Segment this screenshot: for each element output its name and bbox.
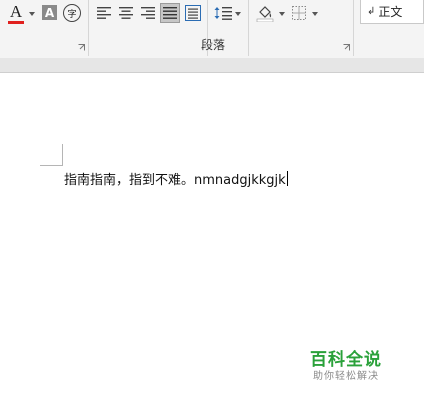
line-spacing-dropdown-icon[interactable] — [235, 12, 241, 16]
paragraph-group-label: 段落 — [201, 38, 226, 52]
distributed-button[interactable] — [183, 3, 202, 23]
font-color-dropdown-icon[interactable] — [29, 12, 35, 16]
character-shading-button[interactable]: A — [42, 5, 57, 20]
margin-corner-mark — [40, 144, 63, 166]
enclose-characters-button[interactable]: 字 — [63, 4, 81, 22]
enclose-characters-letter: 字 — [67, 9, 77, 20]
align-center-button[interactable] — [117, 4, 135, 22]
group-divider — [248, 0, 249, 56]
align-center-icon — [119, 7, 133, 19]
shading-button[interactable] — [255, 3, 275, 23]
watermark-title: 百科全说 — [310, 350, 382, 370]
style-normal-label: 正文 — [378, 5, 403, 19]
document-paragraph: 指南指南，指到不难。nmnadgjkkgjk — [64, 173, 286, 188]
font-color-button[interactable]: A — [6, 3, 26, 25]
align-right-icon — [141, 7, 155, 19]
paragraph-mark-icon: ↲ — [367, 6, 376, 17]
ruler-band — [0, 58, 424, 73]
justify-icon — [163, 7, 177, 19]
document-body-text[interactable]: 指南指南，指到不难。nmnadgjkkgjk — [64, 171, 288, 189]
align-right-button[interactable] — [139, 4, 157, 22]
paint-bucket-icon — [256, 6, 274, 22]
justify-button[interactable] — [160, 3, 180, 23]
style-normal[interactable]: ↲ 正文 — [360, 0, 424, 24]
align-left-icon — [97, 7, 111, 19]
align-left-button[interactable] — [95, 4, 113, 22]
watermark-subtitle: 助你轻松解决 — [313, 371, 379, 382]
line-spacing-icon — [214, 7, 232, 20]
distributed-icon — [184, 5, 201, 21]
watermark: 百科全说 助你轻松解决 — [306, 350, 386, 384]
group-divider — [88, 0, 89, 56]
shading-dropdown-icon[interactable] — [279, 12, 285, 16]
font-color-letter: A — [9, 2, 23, 21]
font-dialog-launcher-icon[interactable] — [78, 44, 85, 51]
borders-icon — [292, 6, 306, 20]
ribbon: A A 字 段落 ↲ 正文 — [0, 0, 424, 59]
text-cursor — [286, 171, 288, 186]
character-shading-letter: A — [44, 5, 55, 20]
paragraph-dialog-launcher-icon[interactable] — [343, 44, 350, 51]
borders-button[interactable] — [290, 4, 308, 22]
font-color-swatch — [8, 21, 24, 24]
group-divider — [353, 0, 354, 56]
line-spacing-button[interactable] — [213, 4, 233, 22]
borders-dropdown-icon[interactable] — [312, 12, 318, 16]
